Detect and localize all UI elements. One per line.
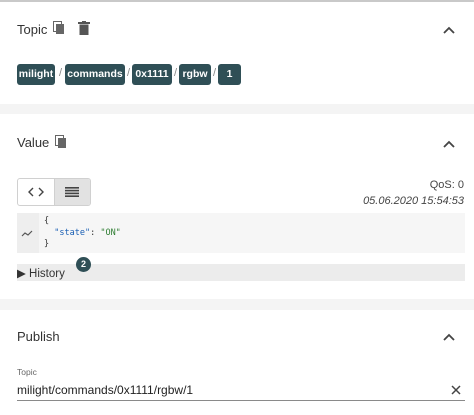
payload-viewer[interactable]: { "state": "ON" } bbox=[17, 213, 465, 253]
topic-collapse-button[interactable] bbox=[442, 23, 456, 37]
json-key: "state" bbox=[54, 227, 91, 238]
topic-panel-title: Topic bbox=[17, 22, 48, 37]
panel-gap bbox=[0, 299, 474, 310]
topic-chip-rgbw[interactable]: rgbw bbox=[179, 64, 211, 85]
code-icon bbox=[27, 187, 44, 197]
history-count-badge: 2 bbox=[76, 257, 91, 272]
topic-separator: / bbox=[213, 67, 217, 79]
value-panel-title: Value bbox=[17, 135, 50, 150]
copy-icon[interactable] bbox=[55, 135, 67, 154]
topic-chip-milight[interactable]: milight bbox=[17, 64, 55, 85]
trash-icon[interactable] bbox=[78, 21, 90, 40]
payload-gutter bbox=[17, 213, 39, 253]
json-brace-close: } bbox=[44, 239, 50, 249]
topic-chip-1[interactable]: 1 bbox=[218, 64, 241, 85]
publish-panel-title: Publish bbox=[17, 329, 60, 344]
chevron-up-icon bbox=[443, 140, 455, 148]
value-collapse-button[interactable] bbox=[442, 137, 456, 151]
chevron-up-icon bbox=[443, 333, 455, 341]
clear-topic-button[interactable] bbox=[450, 383, 462, 395]
topic-panel: Topic bbox=[0, 2, 474, 104]
qos-label: QoS: 0 bbox=[429, 179, 464, 191]
topic-chip-commands[interactable]: commands bbox=[65, 64, 125, 85]
view-mode-toggle bbox=[17, 178, 91, 206]
panel-gap bbox=[0, 104, 474, 114]
trend-icon bbox=[21, 230, 33, 237]
topic-separator: / bbox=[174, 67, 178, 79]
copy-icon[interactable] bbox=[53, 21, 65, 40]
publish-topic-label: Topic bbox=[17, 367, 37, 377]
topic-chip-0x1111[interactable]: 0x1111 bbox=[132, 64, 172, 85]
payload-json: { "state": "ON" } bbox=[44, 216, 121, 251]
json-value: "ON" bbox=[100, 227, 121, 238]
topic-separator: / bbox=[127, 67, 131, 79]
topic-separator: / bbox=[59, 67, 63, 79]
publish-collapse-button[interactable] bbox=[442, 330, 456, 344]
publish-topic-input[interactable] bbox=[17, 382, 437, 398]
json-colon: : bbox=[90, 227, 101, 238]
json-brace-open: { bbox=[44, 216, 50, 226]
history-label-text: History bbox=[29, 268, 65, 280]
raw-view-button[interactable] bbox=[18, 179, 54, 205]
chevron-up-icon bbox=[443, 26, 455, 34]
formatted-view-button[interactable] bbox=[53, 179, 90, 205]
list-lines-icon bbox=[65, 187, 80, 197]
history-label: ▶ History bbox=[17, 266, 65, 280]
publish-topic-underline bbox=[17, 400, 465, 401]
triangle-right-icon: ▶ bbox=[17, 268, 30, 280]
message-timestamp: 05.06.2020 15:54:53 bbox=[363, 195, 464, 207]
close-icon bbox=[451, 385, 461, 395]
